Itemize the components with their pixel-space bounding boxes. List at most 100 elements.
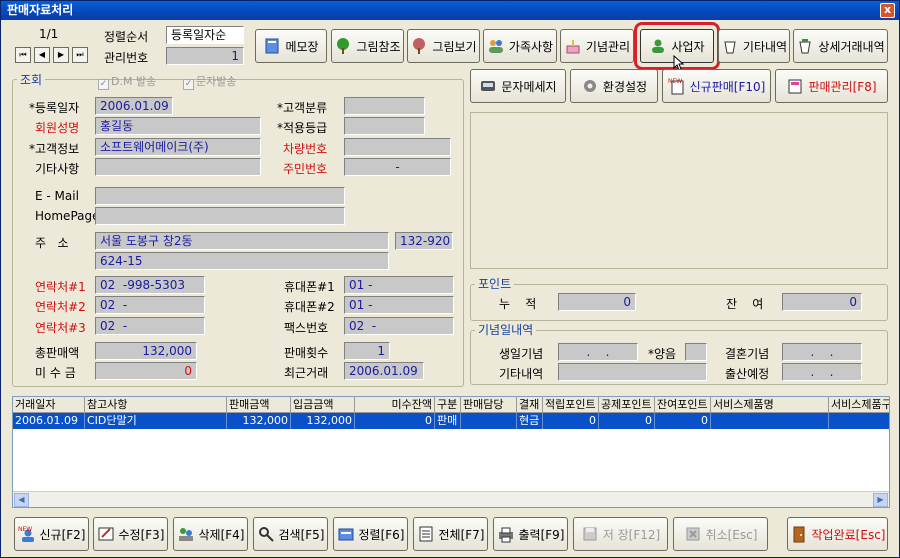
homepage-label: HomePage: [35, 209, 100, 223]
car-no-field[interactable]: [344, 138, 451, 156]
reg-date-field[interactable]: 2006.01.09: [95, 97, 173, 115]
tel2-label: 연락처#2: [35, 300, 86, 314]
mgmt-no-field[interactable]: 1: [166, 47, 244, 65]
cust-info-field[interactable]: 소프트웨어메이크(주): [95, 138, 261, 156]
save-button[interactable]: 저 장[F12]: [573, 517, 668, 551]
etc-details-button[interactable]: 기타내역: [718, 29, 790, 63]
tel2-field[interactable]: 02 -: [95, 296, 205, 314]
col-unpaid-balance[interactable]: 미수잔액: [355, 397, 435, 412]
email-field[interactable]: [95, 187, 345, 205]
print-button[interactable]: 출력[F9]: [493, 517, 568, 551]
col-service-product[interactable]: 서비스제품명: [711, 397, 829, 412]
sales-count-field: 1: [344, 342, 390, 360]
unpaid-field: 0: [95, 362, 197, 380]
email-label: E - Mail: [35, 189, 79, 203]
etc-field[interactable]: [95, 158, 261, 176]
search-button[interactable]: 검색[F5]: [253, 517, 328, 551]
delete-button[interactable]: 삭제[F4]: [173, 517, 248, 551]
anniversary-group-title: 기념일내역: [475, 321, 537, 338]
col-service-product2[interactable]: 서비스제품구: [829, 397, 889, 412]
cell-service-product2: [829, 413, 889, 429]
exit-door-icon: [790, 525, 808, 543]
cust-type-field[interactable]: [344, 97, 425, 115]
col-type[interactable]: 구분: [435, 397, 461, 412]
col-sales-rep[interactable]: 판매담당: [461, 397, 517, 412]
mobile1-field[interactable]: 01 -: [344, 276, 454, 294]
all-button[interactable]: 전체[F7]: [413, 517, 488, 551]
sales-count-label: 판매횟수: [284, 346, 329, 360]
next-record-button[interactable]: ▶: [53, 47, 69, 63]
fax-field[interactable]: 02 -: [344, 317, 454, 335]
printer-icon: [497, 525, 515, 543]
sms-button[interactable]: 문자메세지: [470, 69, 566, 103]
anniversary-button[interactable]: 기념관리: [560, 29, 634, 63]
dm-checkbox[interactable]: ✓ D.M 발송: [98, 73, 156, 90]
tel3-field[interactable]: 02 -: [95, 317, 205, 335]
sort-select[interactable]: 등록일자순: [166, 26, 244, 44]
scroll-left-icon[interactable]: ◀: [14, 493, 29, 507]
record-counter: 1/1: [39, 27, 59, 41]
birthday-field[interactable]: . .: [558, 343, 638, 361]
cell-note: CID단말기: [85, 413, 227, 429]
prev-record-button[interactable]: ◀: [34, 47, 50, 63]
close-button[interactable]: x: [880, 3, 895, 18]
col-deducted-points[interactable]: 공제포인트: [599, 397, 655, 412]
col-sale-amount[interactable]: 판매금액: [227, 397, 291, 412]
family-button[interactable]: 가족사항: [483, 29, 557, 63]
memo-button[interactable]: 메모장: [255, 29, 327, 63]
horizontal-scrollbar[interactable]: ◀ ▶: [13, 491, 889, 507]
new-sale-button[interactable]: NEW 신규판매[F10]: [662, 69, 771, 103]
sort-button[interactable]: 정렬[F6]: [333, 517, 408, 551]
anniv-etc-label: 기타내역: [499, 367, 544, 381]
cancel-button[interactable]: 취소[Esc]: [673, 517, 768, 551]
address2-field[interactable]: 624-15: [95, 252, 389, 270]
scroll-right-icon[interactable]: ▶: [873, 493, 888, 507]
grade-field[interactable]: [344, 117, 425, 135]
sms-send-checkbox[interactable]: ✓ 문자발송: [183, 73, 236, 90]
image-view-button[interactable]: 그림보기: [407, 29, 480, 63]
settings-button[interactable]: 환경설정: [570, 69, 658, 103]
homepage-field[interactable]: [95, 207, 345, 225]
tree-icon: [410, 37, 428, 55]
lunar-label: *양음: [648, 347, 677, 361]
col-trade-date[interactable]: 거래일자: [13, 397, 85, 412]
cancel-icon: [684, 525, 702, 543]
etc-label: 기타사항: [35, 162, 80, 176]
table-row[interactable]: 2006.01.09 CID단말기 132,000 132,000 0 판매 현…: [13, 413, 889, 429]
tel1-field[interactable]: 02 -998-5303: [95, 276, 205, 294]
cup-icon: [721, 37, 739, 55]
mobile2-field[interactable]: 01 -: [344, 296, 454, 314]
address1-field[interactable]: 서울 도봉구 창2동: [95, 232, 389, 250]
cup-icon: [796, 37, 814, 55]
wedding-field[interactable]: . .: [782, 343, 862, 361]
image-ref-button[interactable]: 그림참조: [331, 29, 404, 63]
first-record-button[interactable]: ⏮: [15, 47, 31, 63]
birthday-label: 생일기념: [499, 347, 544, 361]
mgmt-no-label: 관리번호: [104, 51, 149, 65]
last-record-button[interactable]: ⏭: [72, 47, 88, 63]
member-name-field[interactable]: 홍길동: [95, 117, 261, 135]
ssn-field[interactable]: -: [344, 158, 451, 176]
lunar-field[interactable]: [685, 343, 707, 361]
query-group-title: 조회: [17, 71, 46, 88]
detail-trade-button[interactable]: 상세거래내역: [793, 29, 888, 63]
col-note[interactable]: 참고사항: [85, 397, 227, 412]
due-date-field[interactable]: . .: [782, 363, 862, 381]
memo-area[interactable]: [470, 112, 888, 269]
sales-grid[interactable]: 거래일자 참고사항 판매금액 입금금액 미수잔액 구분 판매담당 결재 적립포인…: [12, 396, 890, 508]
col-payment[interactable]: 결재: [517, 397, 543, 412]
cust-info-label: *고객정보: [29, 142, 80, 156]
sale-mgmt-button[interactable]: 판매관리[F8]: [775, 69, 888, 103]
anniv-etc-field[interactable]: [558, 363, 707, 381]
edit-button[interactable]: 수정[F3]: [93, 517, 168, 551]
points-acc-field: 0: [558, 293, 636, 311]
col-deposit-amount[interactable]: 입금금액: [291, 397, 355, 412]
finish-button[interactable]: 작업완료[Esc]: [787, 517, 888, 551]
zip-field[interactable]: 132-920: [395, 232, 453, 250]
col-remaining-points[interactable]: 잔여포인트: [655, 397, 711, 412]
fax-label: 팩스번호: [284, 321, 329, 335]
new-button[interactable]: NEW 신규[F2]: [14, 517, 89, 551]
col-earned-points[interactable]: 적립포인트: [543, 397, 599, 412]
window-title: 판매자료처리: [7, 3, 74, 17]
car-no-label: 차량번호: [283, 142, 328, 156]
